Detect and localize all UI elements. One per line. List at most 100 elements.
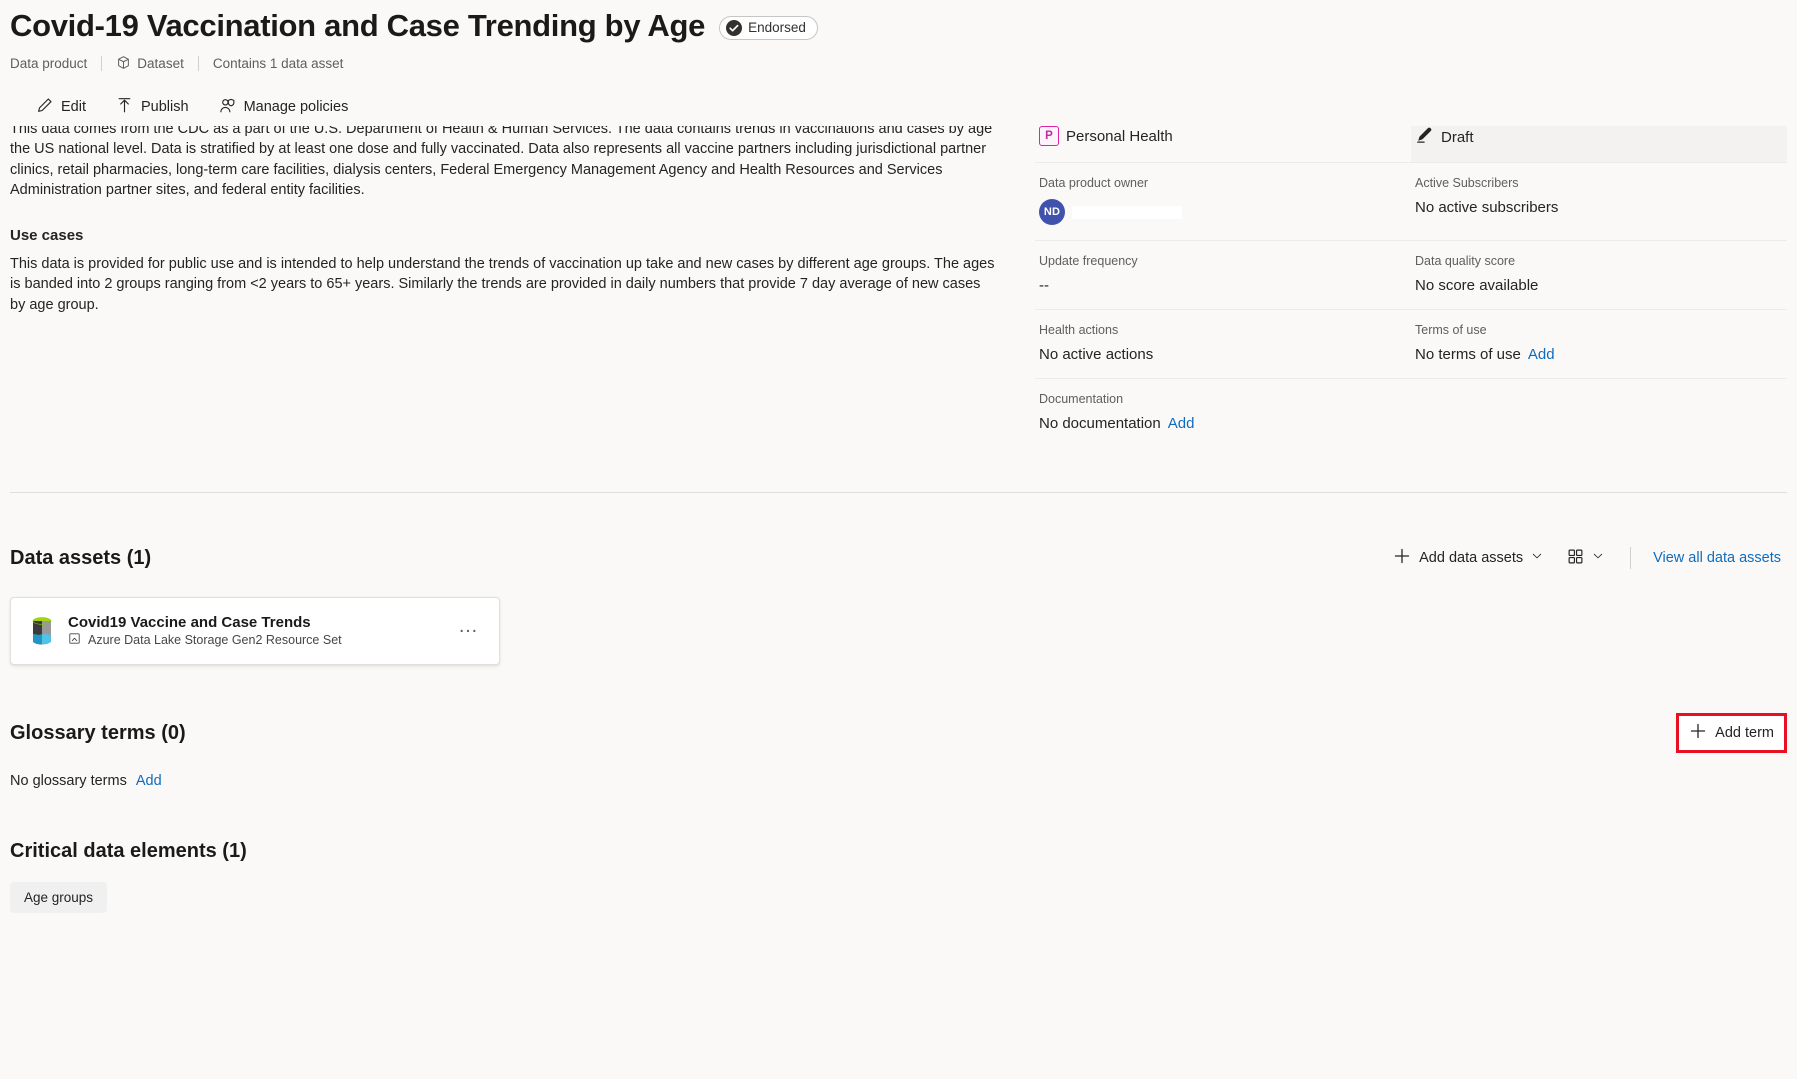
data-asset-overflow-menu[interactable]: …: [452, 616, 485, 646]
active-subscribers-label: Active Subscribers: [1415, 176, 1519, 190]
plus-icon: [1393, 547, 1411, 569]
actions-divider: [1630, 547, 1632, 569]
adls-gen2-icon: [29, 616, 55, 646]
data-product-owner-label: Data product owner: [1039, 176, 1149, 190]
critical-data-element-chip[interactable]: Age groups: [10, 882, 108, 913]
data-asset-type-label: Azure Data Lake Storage Gen2 Resource Se…: [88, 633, 342, 647]
edit-button[interactable]: Edit: [24, 90, 98, 125]
pencil-icon: [36, 97, 53, 118]
health-actions-value: No active actions: [1039, 346, 1154, 363]
data-asset-type: Azure Data Lake Storage Gen2 Resource Se…: [68, 632, 452, 648]
classification-cell: P Personal Health: [1035, 126, 1411, 162]
data-asset-card[interactable]: Covid19 Vaccine and Case Trends Azure Da…: [10, 597, 500, 665]
active-subscribers-value: No active subscribers: [1415, 199, 1559, 216]
view-layout-button[interactable]: [1557, 541, 1614, 576]
add-glossary-term-link[interactable]: Add: [136, 773, 162, 789]
glossary-terms-empty: No glossary terms Add: [10, 773, 1787, 789]
critical-data-elements-title: Critical data elements (1): [10, 840, 247, 862]
page-body: This data comes from the CDC as a part o…: [0, 126, 1797, 447]
data-product-owner-value: ND: [1039, 199, 1403, 225]
publish-label: Publish: [141, 99, 189, 116]
resource-set-icon: [68, 632, 81, 648]
check-circle-icon: [726, 19, 743, 36]
documentation-label: Documentation: [1039, 392, 1124, 406]
documentation-empty-cell: [1411, 379, 1787, 447]
add-data-assets-label: Add data assets: [1419, 550, 1524, 566]
draft-pencil-icon: [1415, 126, 1434, 149]
metadata-row-health-terms: Health actions No active actions Terms o…: [1035, 310, 1787, 379]
view-all-data-assets-link[interactable]: View all data assets: [1647, 543, 1787, 573]
description-clipped-line: This data comes from the CDC as a part o…: [10, 126, 995, 139]
add-term-button[interactable]: Add term: [1680, 717, 1783, 749]
status-value: Draft: [1415, 126, 1779, 149]
page-header: Covid-19 Vaccination and Case Trending b…: [0, 0, 1797, 125]
title-row: Covid-19 Vaccination and Case Trending b…: [10, 8, 1797, 44]
breadcrumb-kind-label: Data product: [10, 56, 88, 72]
data-quality-score-label: Data quality score: [1415, 254, 1516, 268]
grid-view-icon: [1567, 548, 1584, 569]
person-policy-icon: [219, 97, 236, 118]
data-quality-score-cell: Data quality score No score available: [1411, 241, 1787, 309]
add-terms-of-use-link[interactable]: Add: [1528, 346, 1555, 363]
documentation-value: No documentation Add: [1039, 415, 1403, 432]
breadcrumb-kind: Data product: [10, 56, 101, 71]
health-actions-cell: Health actions No active actions: [1035, 310, 1411, 378]
breadcrumb: Data product Dataset Contains 1 data ass…: [10, 55, 1797, 73]
command-bar: Edit Publish Manage policies: [10, 90, 1797, 125]
redacted-owner-name: [1072, 205, 1182, 219]
breadcrumb-asset-count: Contains 1 data asset: [212, 56, 344, 72]
add-term-highlight: Add term: [1676, 713, 1787, 753]
data-asset-texts: Covid19 Vaccine and Case Trends Azure Da…: [68, 614, 452, 648]
metadata-row-classification: P Personal Health Draft: [1035, 126, 1787, 163]
health-actions-label: Health actions: [1039, 323, 1119, 337]
classification-value: P Personal Health: [1039, 126, 1403, 146]
glossary-terms-section: Glossary terms (0) Add term No glossary …: [10, 713, 1787, 789]
terms-of-use-label: Terms of use: [1415, 323, 1487, 337]
metadata-row-owner: Data product owner ND Active Subscribers…: [1035, 163, 1787, 241]
description-paragraph: the US national level. Data is stratifie…: [10, 141, 987, 198]
metadata-panel: P Personal Health Draft Data product own…: [1035, 126, 1797, 447]
documentation-cell: Documentation No documentation Add: [1035, 379, 1411, 447]
avatar: ND: [1039, 199, 1065, 225]
metadata-row-frequency: Update frequency -- Data quality score N…: [1035, 241, 1787, 310]
data-asset-name: Covid19 Vaccine and Case Trends: [68, 614, 311, 631]
personal-health-badge-icon: P: [1039, 126, 1059, 146]
add-documentation-link[interactable]: Add: [1168, 415, 1195, 432]
data-quality-score-value: No score available: [1415, 277, 1539, 294]
metadata-row-documentation: Documentation No documentation Add: [1035, 379, 1787, 447]
status-cell: Draft: [1411, 126, 1787, 162]
publish-button[interactable]: Publish: [104, 90, 201, 125]
edit-label: Edit: [61, 99, 86, 116]
use-cases-paragraph: This data is provided for public use and…: [10, 255, 995, 313]
endorsed-label: Endorsed: [748, 20, 806, 36]
glossary-terms-empty-text: No glossary terms: [10, 773, 127, 789]
use-cases-heading: Use cases: [10, 226, 84, 244]
data-assets-title: Data assets (1): [10, 546, 152, 569]
page-title: Covid-19 Vaccination and Case Trending b…: [10, 8, 706, 43]
chevron-down-icon-2: [1592, 550, 1604, 566]
data-assets-section: Data assets (1) Add data assets View all…: [10, 540, 1787, 665]
data-assets-header: Data assets (1) Add data assets View all…: [10, 540, 1787, 576]
glossary-terms-title: Glossary terms (0): [10, 721, 186, 744]
terms-of-use-cell: Terms of use No terms of use Add: [1411, 310, 1787, 378]
active-subscribers-cell: Active Subscribers No active subscribers: [1411, 163, 1787, 240]
classification-label: Personal Health: [1066, 127, 1173, 145]
glossary-terms-header: Glossary terms (0) Add term: [10, 713, 1787, 753]
breadcrumb-type-label: Dataset: [137, 56, 184, 72]
plus-icon-2: [1689, 722, 1707, 744]
update-frequency-value: --: [1039, 277, 1049, 294]
dataset-cube-icon: [116, 55, 131, 73]
critical-data-elements-section: Critical data elements (1) Age groups: [10, 840, 1787, 913]
manage-policies-button[interactable]: Manage policies: [207, 90, 361, 125]
status-badge-endorsed: Endorsed: [719, 15, 818, 40]
breadcrumb-type: Dataset: [102, 55, 198, 73]
data-product-owner-cell: Data product owner ND: [1035, 163, 1411, 240]
chevron-down-icon: [1531, 550, 1543, 566]
update-frequency-label: Update frequency: [1039, 254, 1138, 268]
upload-arrow-icon: [116, 97, 133, 118]
manage-policies-label: Manage policies: [243, 99, 349, 116]
description-clipped-text: This data comes from the CDC as a part o…: [10, 126, 995, 137]
update-frequency-cell: Update frequency --: [1035, 241, 1411, 309]
terms-of-use-text: No terms of use: [1415, 346, 1521, 363]
add-data-assets-button[interactable]: Add data assets: [1383, 540, 1553, 576]
